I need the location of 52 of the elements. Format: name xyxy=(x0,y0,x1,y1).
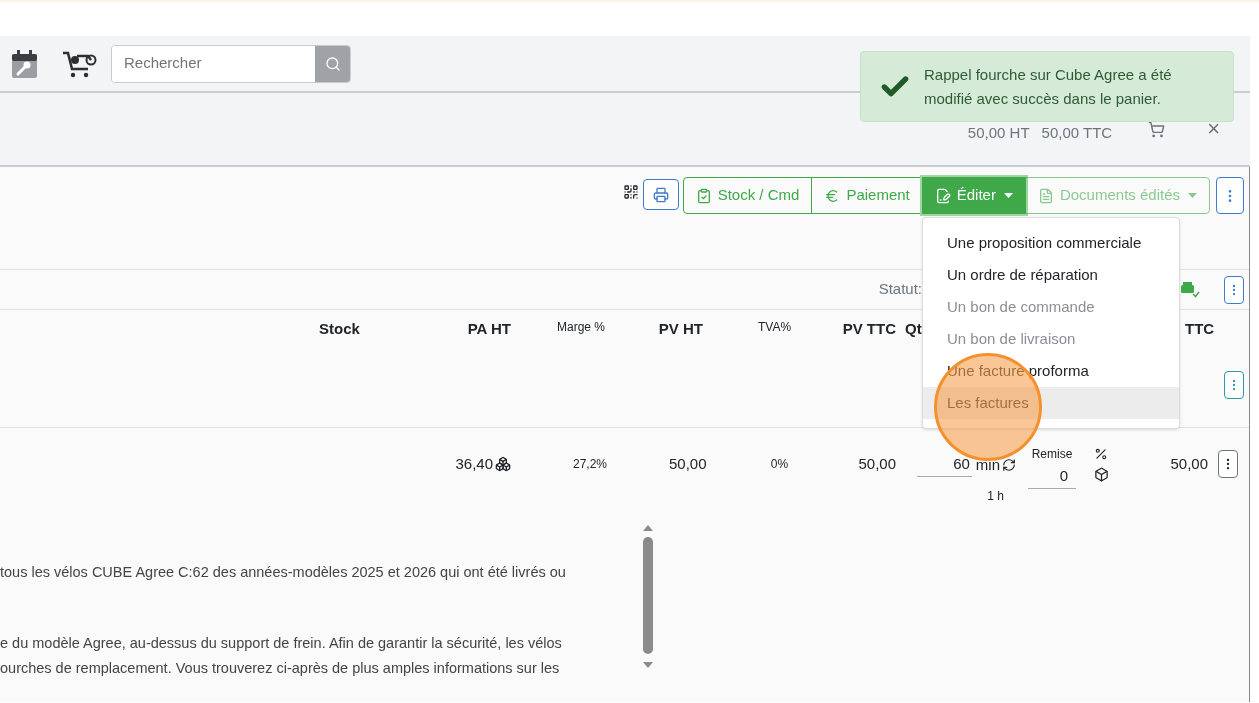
toast-message: Rappel fourche sur Cube Agree a été modifié avec succès dans le panier. xyxy=(924,64,1173,109)
menu-item[interactable]: Un ordre de réparation xyxy=(923,259,1179,291)
calendar-wrench-icon xyxy=(12,49,37,78)
menu-item[interactable]: Une proposition commerciale xyxy=(923,227,1179,259)
column-header: TVA% xyxy=(756,319,793,336)
discount-field[interactable]: 0 xyxy=(1028,465,1076,489)
cart-motorcycle-icon xyxy=(62,49,98,78)
column-header: Qt xyxy=(905,319,923,339)
search-button[interactable] xyxy=(315,45,350,82)
discount-label: Remise xyxy=(1031,446,1073,463)
print-icon xyxy=(652,186,669,203)
table-cell-text: 50,00 xyxy=(857,454,896,474)
column-header: Stock xyxy=(319,319,361,339)
more-button[interactable] xyxy=(1218,450,1238,478)
column-header: PV HT xyxy=(657,319,703,339)
description-line: e du modèle Agree, au-dessus du support de frein. Afin de garantir la sécurité, les vélos xyxy=(0,633,563,653)
stock-boxes-icon xyxy=(495,456,511,473)
edit-document-icon xyxy=(934,187,951,204)
print-button[interactable] xyxy=(642,179,679,210)
column-header: PV TTC xyxy=(841,319,896,339)
qr-code-icon xyxy=(622,184,639,200)
refresh-icon xyxy=(1002,457,1016,472)
quantity-field[interactable]: 60 xyxy=(916,453,972,477)
percent-icon xyxy=(1094,447,1108,461)
box-icon xyxy=(1094,467,1109,482)
column-header: Marge % xyxy=(556,319,606,336)
status-label: Statut: xyxy=(878,279,922,300)
more-button[interactable] xyxy=(1224,370,1244,399)
duration-label: 1 h xyxy=(987,487,1004,505)
menu-item[interactable]: Les factures xyxy=(923,387,1179,419)
search-icon xyxy=(324,55,341,72)
close-button[interactable]: × xyxy=(1207,118,1220,140)
cart-total-ht: 50,00 HT xyxy=(967,125,1030,140)
column-header: TTC xyxy=(1185,319,1215,339)
unit-label: min xyxy=(975,454,1000,475)
toolbar-button[interactable]: Stock / Cmd xyxy=(682,177,813,214)
table-cell-text: 50,00 xyxy=(1169,454,1208,474)
document-icon xyxy=(1037,187,1054,204)
column-header: PA HT xyxy=(466,319,511,339)
more-button[interactable] xyxy=(1216,177,1244,214)
table-cell-text: 36,40 xyxy=(455,454,493,474)
toolbar-button[interactable]: Éditer xyxy=(921,177,1026,214)
description-line: tous les vélos CUBE Agree C:62 des années-modèles 2025 et 2026 qui ont été livrés ou xyxy=(0,563,567,582)
clipboard-check-icon xyxy=(695,187,712,204)
description-line: ourches de remplacement. Vous trouverez ci-après de plus amples informations sur les xyxy=(0,658,561,678)
register-check-icon xyxy=(1180,281,1200,298)
search-field[interactable]: Rechercher xyxy=(111,44,351,83)
cart-total-ttc: 50,00 TTC xyxy=(1041,125,1113,140)
more-button[interactable] xyxy=(1224,275,1244,304)
cart-icon xyxy=(1148,121,1166,138)
table-cell-text: 0% xyxy=(769,456,790,473)
table-cell-text: 27,2% xyxy=(572,456,608,473)
